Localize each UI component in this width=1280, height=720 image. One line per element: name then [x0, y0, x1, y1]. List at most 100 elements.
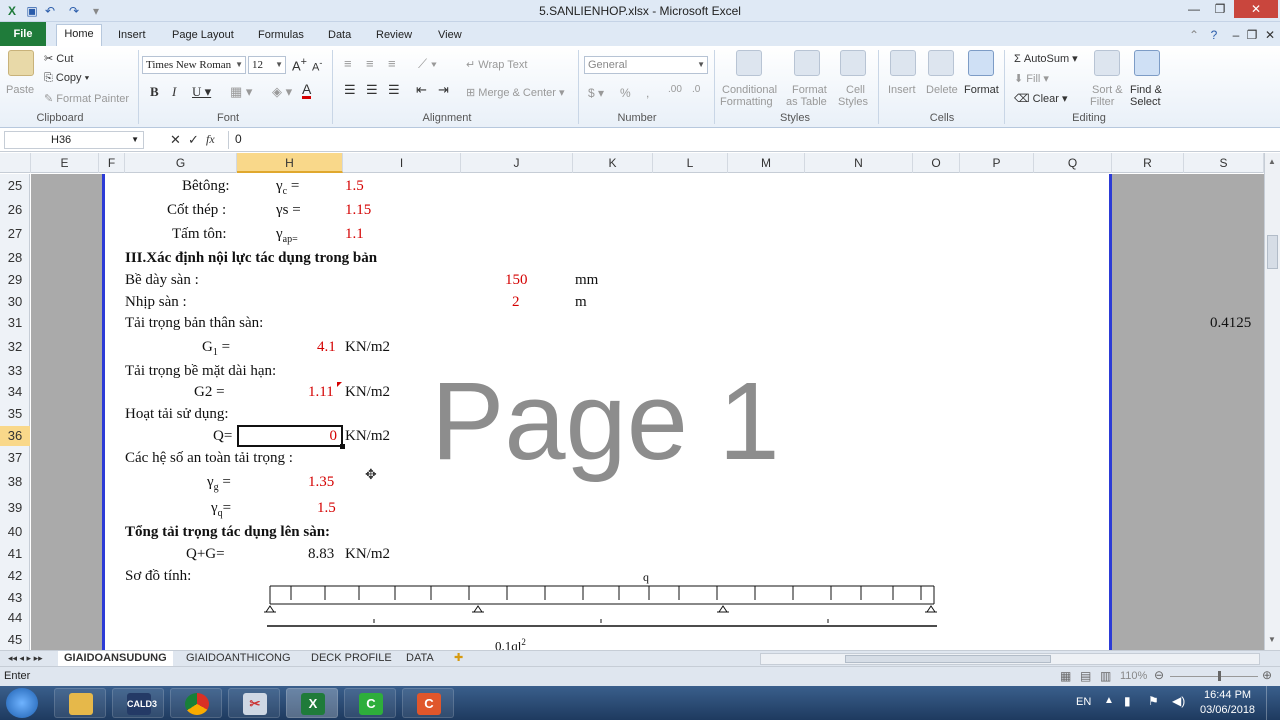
decrease-decimal-icon[interactable]: .0 — [692, 84, 700, 95]
zoom-slider[interactable] — [1170, 676, 1258, 677]
row-header[interactable]: 43 — [0, 590, 30, 605]
horizontal-scrollbar[interactable] — [760, 653, 1260, 665]
page-break-view-icon[interactable]: ▥ — [1100, 669, 1111, 683]
normal-view-icon[interactable]: ▦ — [1060, 669, 1071, 683]
show-desktop-button[interactable] — [1266, 686, 1278, 720]
insert-function-icon[interactable]: fx — [206, 132, 215, 147]
merge-center-button[interactable]: ⊞ Merge & Center ▾ — [466, 86, 565, 99]
row-header[interactable]: 32 — [0, 339, 30, 354]
column-header-q[interactable]: Q — [1034, 153, 1112, 173]
cell-styles-button[interactable]: Cell — [846, 84, 865, 96]
sheet-tab-deck-profile[interactable]: DECK PROFILE — [305, 651, 398, 667]
row-header[interactable]: 29 — [0, 272, 30, 287]
align-left-icon[interactable]: ☰ — [344, 82, 356, 98]
paste-icon[interactable] — [8, 50, 34, 76]
align-top-icon[interactable]: ≡ — [344, 56, 352, 71]
row-header[interactable]: 25 — [0, 178, 30, 193]
row-header[interactable]: 38 — [0, 474, 30, 489]
cut-button[interactable]: ✂ Cut — [44, 52, 73, 65]
language-indicator[interactable]: EN — [1076, 696, 1091, 708]
paste-button[interactable]: Paste — [6, 84, 34, 96]
format-painter-button[interactable]: ✎ Format Painter — [44, 92, 129, 105]
zoom-slider-thumb[interactable] — [1218, 671, 1221, 681]
tab-home-active[interactable]: Home — [56, 24, 102, 46]
delete-cells-button[interactable]: Delete — [926, 84, 958, 96]
vertical-scrollbar[interactable]: ▲ ▼ — [1264, 153, 1280, 650]
confirm-entry-icon[interactable]: ✓ — [188, 132, 199, 148]
column-header-l[interactable]: L — [653, 153, 728, 173]
row-header[interactable]: 28 — [0, 250, 30, 265]
tab-data[interactable]: Data — [322, 26, 357, 46]
font-color-icon[interactable]: A — [302, 82, 312, 99]
flag-icon[interactable]: ⚑ — [1148, 694, 1159, 708]
sheet-tab-giaidoanthicong[interactable]: GIAIDOANTHICONG — [180, 651, 297, 667]
comment-indicator-icon[interactable] — [337, 382, 342, 387]
column-header-e[interactable]: E — [31, 153, 99, 173]
shrink-font-icon[interactable]: A- — [312, 58, 322, 74]
fill-button[interactable]: ⬇ Fill ▾ — [1014, 72, 1049, 85]
align-middle-icon[interactable]: ≡ — [366, 56, 374, 71]
align-bottom-icon[interactable]: ≡ — [388, 56, 396, 71]
tab-formulas[interactable]: Formulas — [252, 26, 310, 46]
zoom-out-icon[interactable]: ⊖ — [1154, 668, 1164, 682]
tab-view[interactable]: View — [432, 26, 468, 46]
orientation-icon[interactable]: ⟋ ▾ — [418, 56, 437, 72]
row-header[interactable]: 37 — [0, 450, 30, 465]
column-header-n[interactable]: N — [805, 153, 913, 173]
taskbar-camtasia-green[interactable]: C — [344, 688, 396, 718]
decrease-indent-icon[interactable]: ⇤ — [416, 82, 427, 98]
autosum-button[interactable]: Σ AutoSum ▾ — [1014, 52, 1078, 65]
column-header-i[interactable]: I — [343, 153, 461, 173]
taskbar-cald3[interactable]: CALD3 — [112, 688, 164, 718]
number-format-select[interactable]: General ▼ — [584, 56, 708, 74]
underline-icon[interactable]: U ▾ — [192, 84, 211, 100]
column-header-h[interactable]: H — [237, 153, 343, 173]
align-right-icon[interactable]: ☰ — [388, 82, 400, 98]
row-header[interactable]: 40 — [0, 524, 30, 539]
conditional-formatting-button[interactable]: Conditional — [722, 84, 777, 96]
zoom-level[interactable]: 110% — [1120, 670, 1147, 682]
sort-filter-button[interactable]: Sort & — [1092, 84, 1123, 96]
column-header-j[interactable]: J — [461, 153, 573, 173]
close-button[interactable]: ✕ — [1234, 0, 1278, 18]
fill-color-icon[interactable]: ◈ ▾ — [272, 84, 292, 100]
active-cell-h36[interactable]: 0 — [237, 425, 343, 447]
font-name-select[interactable]: Times New Roman ▼ — [142, 56, 246, 74]
row-header[interactable]: 35 — [0, 406, 30, 421]
name-box[interactable]: H36 ▼ — [4, 131, 144, 149]
column-header-k[interactable]: K — [573, 153, 653, 173]
clock-time[interactable]: 16:44 PM — [1204, 689, 1251, 701]
row-header[interactable]: 34 — [0, 384, 30, 399]
row-header[interactable]: 27 — [0, 226, 30, 241]
taskbar-chrome[interactable] — [170, 688, 222, 718]
network-icon[interactable]: ▮ — [1124, 694, 1131, 708]
accounting-format-icon[interactable]: $ ▾ — [588, 86, 604, 100]
taskbar-excel[interactable]: X — [286, 688, 338, 718]
row-header[interactable]: 30 — [0, 294, 30, 309]
new-sheet-icon[interactable]: ✚ — [448, 651, 469, 667]
align-center-icon[interactable]: ☰ — [366, 82, 378, 98]
increase-decimal-icon[interactable]: .00 — [668, 84, 682, 95]
sheet-tab-data[interactable]: DATA — [400, 651, 440, 667]
column-header-f[interactable]: F — [99, 153, 125, 173]
column-header-o[interactable]: O — [913, 153, 960, 173]
page-layout-view-icon[interactable]: ▤ — [1080, 669, 1091, 683]
row-header[interactable]: 33 — [0, 363, 30, 378]
first-sheet-icon[interactable]: ◂◂ ◂ ▸ ▸▸ — [2, 651, 49, 667]
cancel-entry-icon[interactable]: ✕ — [170, 132, 181, 148]
taskbar-camtasia-orange[interactable]: C — [402, 688, 454, 718]
zoom-in-icon[interactable]: ⊕ — [1262, 668, 1272, 682]
volume-icon[interactable]: ◀) — [1172, 694, 1185, 708]
row-header[interactable]: 45 — [0, 632, 30, 647]
row-header[interactable]: 44 — [0, 610, 30, 625]
format-as-table-button[interactable]: Format — [792, 84, 827, 96]
select-all-corner[interactable] — [0, 153, 31, 173]
tab-insert[interactable]: Insert — [112, 26, 152, 46]
wrap-text-button[interactable]: ↵ Wrap Text — [466, 58, 527, 71]
row-header-selected[interactable]: 36 — [0, 426, 30, 446]
scrollbar-thumb[interactable] — [845, 655, 1051, 663]
bold-icon[interactable]: B — [150, 84, 159, 100]
column-header-s[interactable]: S — [1184, 153, 1264, 173]
clear-button[interactable]: ⌫ Clear ▾ — [1014, 92, 1068, 105]
insert-cells-button[interactable]: Insert — [888, 84, 916, 96]
